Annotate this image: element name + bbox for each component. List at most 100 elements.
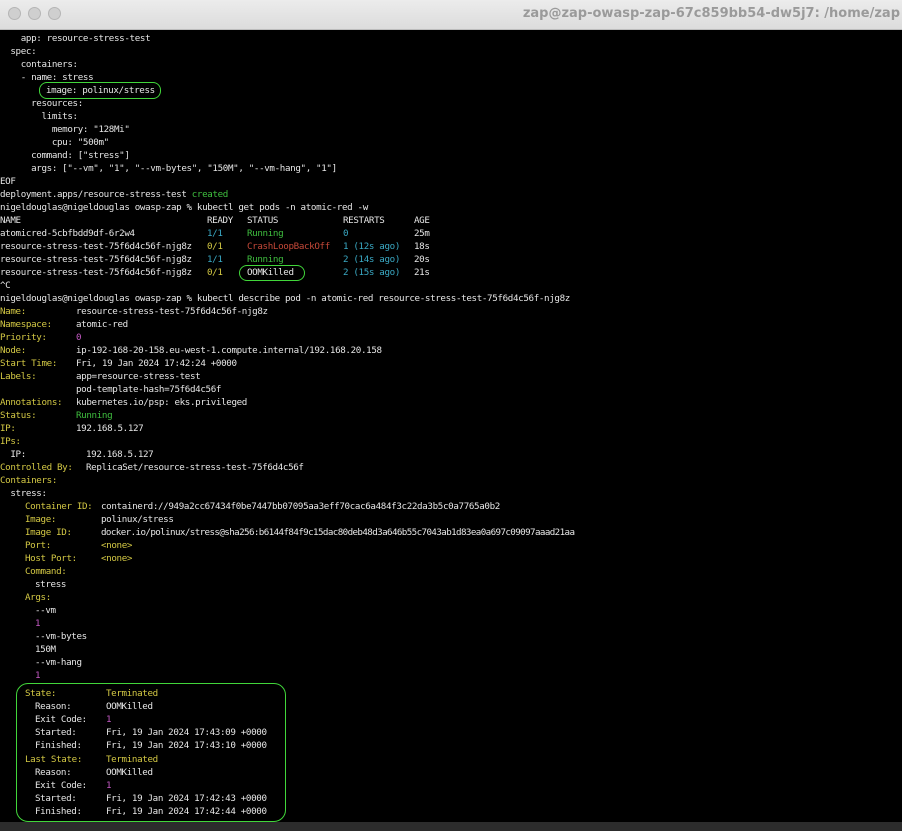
yaml-line: args: ["--vm", "1", "--vm-bytes", "150M"… xyxy=(0,163,337,174)
zoom-button[interactable] xyxy=(48,7,61,20)
command-value: stress xyxy=(35,579,67,590)
heredoc-eof: EOF xyxy=(0,176,16,187)
command-line: nigeldouglas@nigeldouglas owasp-zap % ku… xyxy=(0,292,570,305)
arg-value: --vm-hang xyxy=(35,657,82,668)
pod-restarts: 2 (15s ago) xyxy=(343,267,400,278)
describe-field: Image ID: docker.io/polinux/stress@sha256… xyxy=(0,526,900,539)
field-key: Start Time: xyxy=(0,358,57,369)
pod-ready: 0/1 xyxy=(207,241,223,252)
describe-field: Start Time: Fri, 19 Jan 2024 17:42:24 +00… xyxy=(0,357,900,370)
arg-value: 1 xyxy=(35,670,41,681)
describe-field: Labels: app=resource-stress-test xyxy=(0,370,900,383)
column-header: RESTARTS xyxy=(343,215,385,226)
column-header: READY xyxy=(207,215,233,226)
field-key: Name: xyxy=(0,306,26,317)
pod-ready: 0/1 xyxy=(207,267,223,278)
pod-ready: 1/1 xyxy=(207,254,223,265)
close-button[interactable] xyxy=(8,7,21,20)
describe-field: Container ID: containerd://949a2cc67434f0… xyxy=(0,500,900,513)
describe-field: Image: polinux/stress xyxy=(0,513,900,526)
window-bottom-edge xyxy=(0,822,902,831)
arg-value: --vm xyxy=(35,605,56,616)
yaml-line: app: resource-stress-test xyxy=(0,33,151,44)
describe-field: Priority: 0 xyxy=(0,331,900,344)
pod-restarts: 0 xyxy=(343,228,349,239)
describe-field-key: Command: xyxy=(25,566,67,577)
yaml-line: limits: xyxy=(0,111,78,122)
table-row: resource-stress-test-75f6d4c56f-njg8z 1/… xyxy=(0,253,900,266)
pod-age: 20s xyxy=(414,254,430,265)
table-row: resource-stress-test-75f6d4c56f-njg8z 0/… xyxy=(0,266,900,279)
field-value: Running xyxy=(76,410,113,421)
command-text: kubectl get pods -n atomic-red -w xyxy=(196,202,368,213)
pod-name: resource-stress-test-75f6d4c56f-njg8z xyxy=(0,241,192,252)
apply-status: created xyxy=(191,189,229,200)
field-value: <none> xyxy=(101,540,133,551)
describe-field: Node: ip-192-168-20-158.eu-west-1.compute… xyxy=(0,344,900,357)
pod-status: CrashLoopBackOff xyxy=(247,241,330,252)
field-value: <none> xyxy=(101,553,133,564)
describe-field: Annotations: kubernetes.io/psp: eks.privi… xyxy=(0,396,900,409)
describe-field: Port: <none> xyxy=(0,539,900,552)
terminal-output[interactable]: app: resource-stress-test spec: containe… xyxy=(0,30,902,831)
column-header: NAME xyxy=(0,215,21,226)
field-key: Container ID: xyxy=(25,501,93,512)
field-value: ip-192-168-20-158.eu-west-1.compute.inte… xyxy=(76,345,382,356)
arg-value: 150M xyxy=(35,644,56,655)
field-key: Priority: xyxy=(0,332,47,343)
title-bar: zap@zap-owasp-zap-67c859bb54-dw5j7: /hom… xyxy=(0,0,902,30)
field-key: Image ID: xyxy=(25,527,72,538)
describe-field: IP: 192.168.5.127 xyxy=(0,448,900,461)
table-row: atomicred-5cbfbdd9df-6r2w4 1/1 Running 0… xyxy=(0,227,900,240)
arg-value: --vm-bytes xyxy=(35,631,87,642)
pod-name: resource-stress-test-75f6d4c56f-njg8z xyxy=(0,267,192,278)
describe-field: pod-template-hash=75f6d4c56f xyxy=(0,383,900,396)
yaml-line: spec: xyxy=(0,46,37,57)
pod-ready: 1/1 xyxy=(207,228,223,239)
apply-result: deployment.apps/resource-stress-test cre… xyxy=(0,188,228,201)
field-value: ReplicaSet/resource-stress-test-75f6d4c5… xyxy=(86,462,304,473)
minimize-button[interactable] xyxy=(28,7,41,20)
describe-field: Status: Running xyxy=(0,409,900,422)
field-value: 192.168.5.127 xyxy=(76,423,144,434)
pod-status: Running xyxy=(247,228,284,239)
shell-prompt: nigeldouglas@nigeldouglas owasp-zap % xyxy=(0,202,197,213)
field-value: 0 xyxy=(76,332,82,343)
field-value: app=resource-stress-test xyxy=(76,371,201,382)
column-header: AGE xyxy=(414,215,430,226)
field-key: IP: xyxy=(0,449,26,460)
field-key: Host Port: xyxy=(25,553,77,564)
image-highlight-outline xyxy=(39,82,161,99)
pod-age: 18s xyxy=(414,241,430,252)
yaml-line: cpu: "500m" xyxy=(0,137,109,148)
yaml-line: command: ["stress"] xyxy=(0,150,130,161)
pod-restarts: 1 (12s ago) xyxy=(343,241,400,252)
container-name: stress: xyxy=(0,488,47,499)
field-key: IP: xyxy=(0,423,16,434)
column-header: STATUS xyxy=(247,215,279,226)
field-key: Node: xyxy=(0,345,26,356)
interrupt-line: ^C xyxy=(0,280,11,291)
field-key: Port: xyxy=(25,540,51,551)
describe-field-key: Args: xyxy=(25,592,51,603)
window-title: zap@zap-owasp-zap-67c859bb54-dw5j7: /hom… xyxy=(522,6,900,21)
field-value: docker.io/polinux/stress@sha256:b6144f84… xyxy=(101,527,575,538)
field-value: containerd://949a2cc67434f0be7447bb07095… xyxy=(101,501,500,512)
table-row: resource-stress-test-75f6d4c56f-njg8z 0/… xyxy=(0,240,900,253)
describe-field: Name: resource-stress-test-75f6d4c56f-njg… xyxy=(0,305,900,318)
apply-resource: deployment.apps/resource-stress-test xyxy=(0,189,187,200)
command-text: kubectl describe pod -n atomic-red resou… xyxy=(196,293,570,304)
pod-age: 25m xyxy=(414,228,430,239)
command-line: nigeldouglas@nigeldouglas owasp-zap % ku… xyxy=(0,201,368,214)
shell-prompt: nigeldouglas@nigeldouglas owasp-zap % xyxy=(0,293,197,304)
field-value: resource-stress-test-75f6d4c56f-njg8z xyxy=(76,306,268,317)
field-key: Annotations: xyxy=(0,397,63,408)
pod-name: atomicred-5cbfbdd9df-6r2w4 xyxy=(0,228,135,239)
field-key: Image: xyxy=(25,514,57,525)
pod-age: 21s xyxy=(414,267,430,278)
pod-restarts: 2 (14s ago) xyxy=(343,254,400,265)
field-key: Labels: xyxy=(0,371,37,382)
field-value: Fri, 19 Jan 2024 17:42:24 +0000 xyxy=(76,358,237,369)
describe-field: Host Port: <none> xyxy=(0,552,900,565)
table-header: NAME READY STATUS RESTARTS AGE xyxy=(0,214,900,227)
